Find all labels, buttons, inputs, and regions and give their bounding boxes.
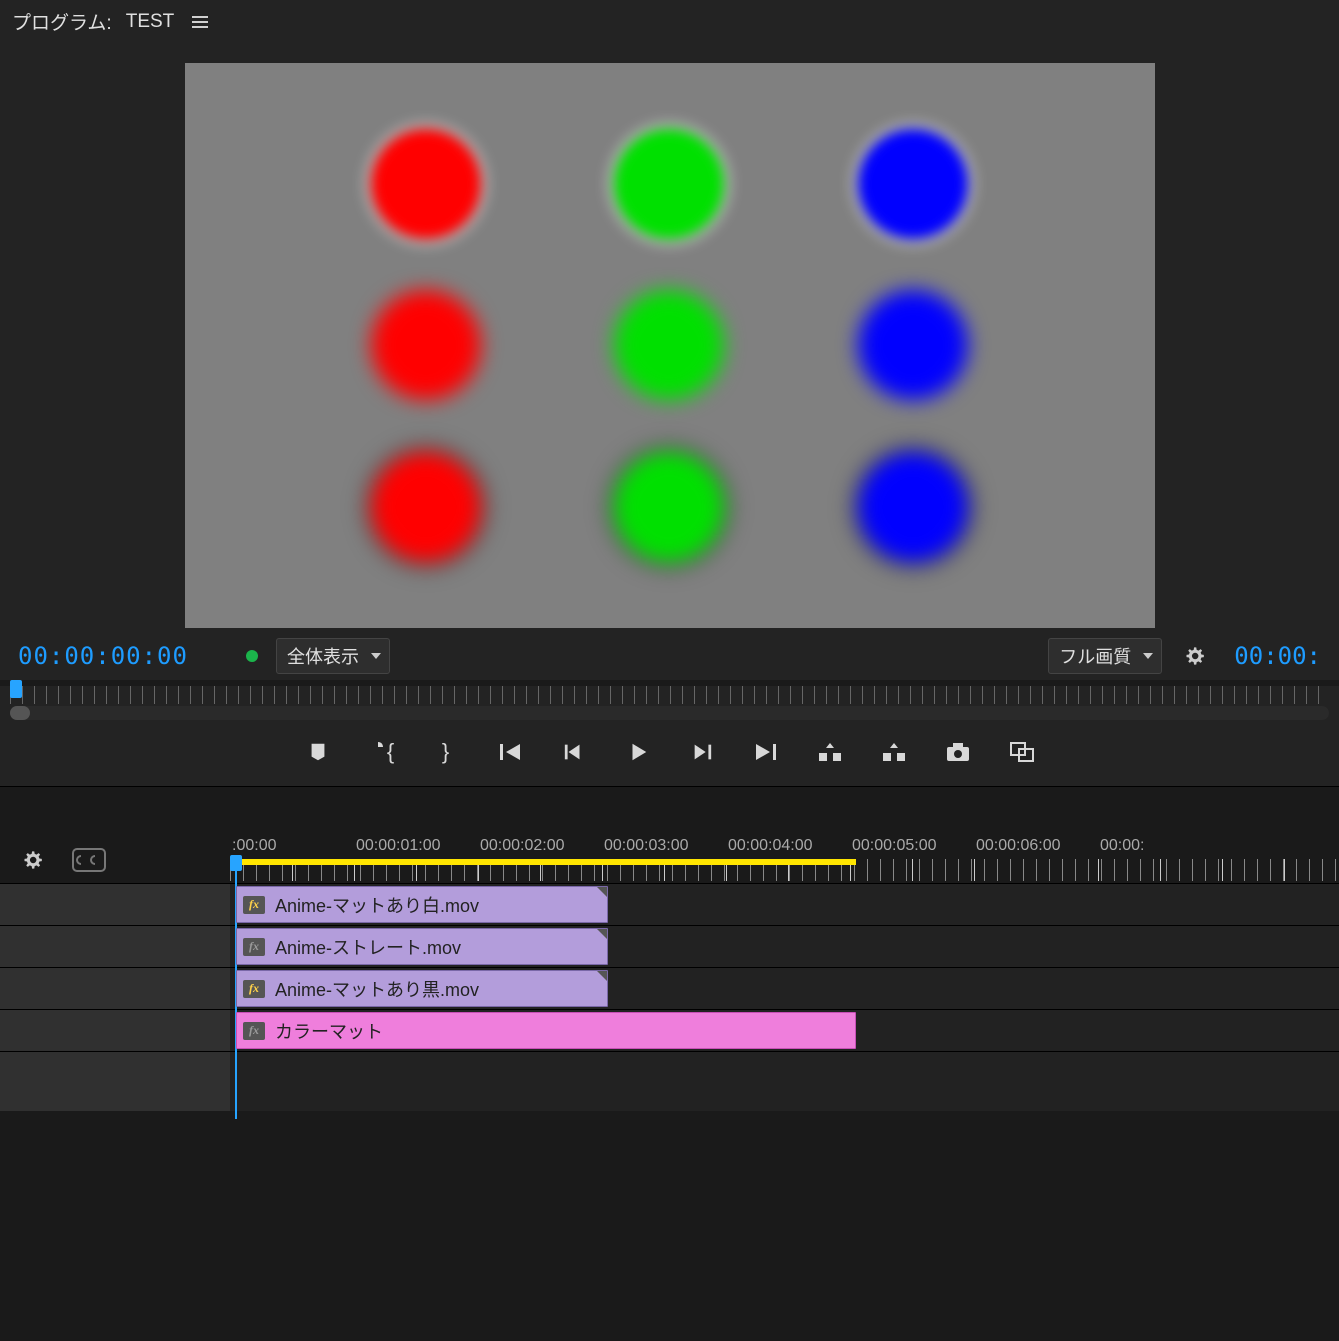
step-forward-button[interactable] [688, 738, 716, 766]
tick-label: 00:00: [1100, 837, 1144, 855]
clip-corner-icon [597, 887, 607, 897]
quality-select[interactable]: フル画質 [1048, 638, 1162, 674]
clip-name: Anime-ストレート.mov [275, 934, 461, 960]
track-header[interactable] [0, 1052, 230, 1111]
fx-badge-icon[interactable]: fx [243, 896, 265, 914]
mark-out-button[interactable]: } [432, 738, 460, 766]
clip-name: カラーマット [275, 1018, 383, 1044]
monitor-info-bar: 00:00:00:00 全体表示 フル画質 00:00: [0, 628, 1339, 680]
current-timecode[interactable]: 00:00:00:00 [18, 642, 188, 670]
video-clip[interactable]: fx Anime-ストレート.mov [236, 928, 608, 965]
timeline-ruler[interactable] [230, 859, 1339, 881]
track-header[interactable] [0, 884, 230, 925]
clip-corner-icon [597, 929, 607, 939]
timeline-panel: :00:00 00:00:01:00 00:00:02:00 00:00:03:… [0, 787, 1339, 1111]
tick-label: :00:00 [232, 837, 276, 855]
transport-controls: { } [0, 724, 1339, 787]
preview-dot [614, 129, 724, 239]
comparison-view-button[interactable] [1008, 738, 1036, 766]
preview-dot [858, 129, 968, 239]
panel-label: プログラム: [12, 8, 112, 35]
monitor-zoom-scrollbar[interactable] [10, 706, 1329, 720]
tick-label: 00:00:03:00 [604, 837, 689, 855]
step-back-button[interactable] [560, 738, 588, 766]
track-row[interactable]: fx カラーマット [0, 1009, 1339, 1051]
tick-label: 00:00:04:00 [728, 837, 813, 855]
export-frame-button[interactable] [944, 738, 972, 766]
timeline-tick-labels: :00:00 00:00:01:00 00:00:02:00 00:00:03:… [230, 837, 1339, 859]
extract-button[interactable] [880, 738, 908, 766]
preview-canvas[interactable] [185, 63, 1155, 628]
track-header[interactable] [0, 926, 230, 967]
preview-dot [614, 452, 724, 562]
settings-wrench-icon[interactable] [1180, 643, 1206, 669]
monitor-time-ruler[interactable] [10, 686, 1329, 704]
tick-label: 00:00:02:00 [480, 837, 565, 855]
play-button[interactable] [624, 738, 652, 766]
timeline-settings-icon[interactable] [18, 847, 44, 873]
zoom-select-label: 全体表示 [287, 643, 359, 669]
track-row[interactable]: fx Anime-マットあり黒.mov [0, 967, 1339, 1009]
fx-badge-icon[interactable]: fx [243, 938, 265, 956]
go-to-out-button[interactable] [752, 738, 780, 766]
preview-dot [371, 290, 481, 400]
track-header[interactable] [0, 968, 230, 1009]
status-led-icon [246, 650, 258, 662]
tick-label: 00:00:06:00 [976, 837, 1061, 855]
track-row[interactable]: fx Anime-マットあり白.mov [0, 883, 1339, 925]
timeline-tools [0, 837, 230, 883]
captions-icon[interactable] [72, 848, 106, 872]
tick-label: 00:00:01:00 [356, 837, 441, 855]
out-timecode[interactable]: 00:00: [1234, 642, 1321, 670]
add-marker-button[interactable] [304, 738, 332, 766]
sequence-name: TEST [126, 11, 175, 33]
program-monitor [0, 43, 1339, 628]
tick-label: 00:00:05:00 [852, 837, 937, 855]
track-header[interactable] [0, 1010, 230, 1051]
timeline-tracks: fx Anime-マットあり白.mov fx Anime-ストレート.mov f [0, 883, 1339, 1111]
mark-in-button[interactable]: { [368, 738, 396, 766]
video-clip[interactable]: fx Anime-マットあり白.mov [236, 886, 608, 923]
preview-dot [858, 452, 968, 562]
preview-dot [614, 290, 724, 400]
video-clip[interactable]: fx Anime-マットあり黒.mov [236, 970, 608, 1007]
track-row[interactable]: fx Anime-ストレート.mov [0, 925, 1339, 967]
preview-dot [371, 129, 481, 239]
panel-menu-icon[interactable] [188, 12, 212, 32]
preview-dot [858, 290, 968, 400]
fx-badge-icon[interactable]: fx [243, 980, 265, 998]
video-clip[interactable]: fx カラーマット [236, 1012, 856, 1049]
clip-corner-icon [597, 971, 607, 981]
clip-name: Anime-マットあり白.mov [275, 892, 479, 918]
go-to-in-button[interactable] [496, 738, 524, 766]
lift-button[interactable] [816, 738, 844, 766]
zoom-select[interactable]: 全体表示 [276, 638, 390, 674]
quality-select-label: フル画質 [1059, 643, 1131, 669]
monitor-playhead[interactable] [10, 680, 22, 698]
program-monitor-header: プログラム: TEST [0, 0, 1339, 43]
work-area-bar[interactable] [236, 859, 856, 865]
fx-badge-icon[interactable]: fx [243, 1022, 265, 1040]
zoom-scroll-handle[interactable] [10, 706, 30, 720]
preview-dot [371, 452, 481, 562]
track-row[interactable] [0, 1051, 1339, 1111]
clip-name: Anime-マットあり黒.mov [275, 976, 479, 1002]
